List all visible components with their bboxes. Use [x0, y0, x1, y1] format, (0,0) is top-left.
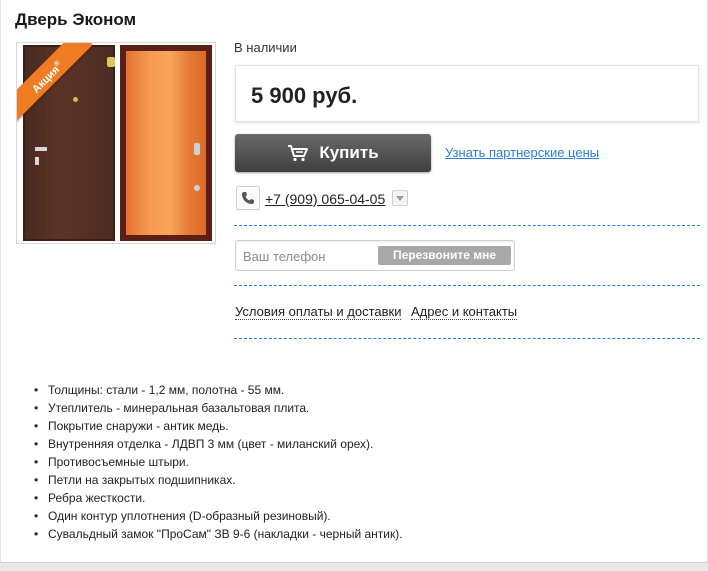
phone-input[interactable]: [241, 245, 377, 268]
list-item: Один контур уплотнения (D-образный резин…: [32, 507, 403, 525]
chevron-down-icon[interactable]: [392, 190, 408, 206]
product-image[interactable]: Акция®: [16, 42, 216, 244]
features-list: Толщины: стали - 1,2 мм, полотна - 55 мм…: [32, 381, 403, 543]
contacts-link[interactable]: Адрес и контакты: [411, 304, 518, 320]
buy-button[interactable]: Купить: [235, 134, 431, 172]
page-title: Дверь Эконом: [15, 10, 137, 29]
divider: [234, 338, 700, 339]
divider: [234, 285, 700, 286]
list-item: Утеплитель - минеральная базальтовая пли…: [32, 399, 403, 417]
price-box: 5 900 руб.: [235, 65, 699, 122]
list-item: Сувальдный замок "ПроСам" ЗВ 9-6 (наклад…: [32, 525, 403, 543]
phone-number[interactable]: +7 (909) 065-04-05: [265, 191, 385, 207]
delivery-terms-link[interactable]: Условия оплаты и доставки: [235, 304, 402, 320]
phone-icon: [236, 186, 260, 210]
list-item: Толщины: стали - 1,2 мм, полотна - 55 мм…: [32, 381, 403, 399]
handle-icon: [194, 143, 200, 155]
callback-button[interactable]: Перезвоните мне: [378, 246, 511, 265]
callback-form: Перезвоните мне: [235, 240, 515, 271]
buy-button-label: Купить: [319, 143, 379, 162]
peephole-icon: [73, 97, 78, 102]
lock-icon: [194, 185, 200, 191]
list-item: Петли на закрытых подшипниках.: [32, 471, 403, 489]
door-interior: [120, 45, 212, 241]
divider: [234, 225, 700, 226]
price-value: 5 900 руб.: [251, 83, 358, 108]
lock-icon: [107, 57, 115, 67]
handle-lock-icon: [35, 157, 39, 165]
partner-prices-link[interactable]: Узнать партнерские цены: [445, 145, 599, 160]
list-item: Противосъемные штыри.: [32, 453, 403, 471]
handle-icon: [35, 147, 47, 151]
availability-status: В наличии: [234, 40, 297, 55]
list-item: Ребра жесткости.: [32, 489, 403, 507]
cart-icon: [288, 145, 309, 162]
list-item: Внутренняя отделка - ЛДВП 3 мм (цвет - м…: [32, 435, 403, 453]
list-item: Покрытие снаружи - антик медь.: [32, 417, 403, 435]
